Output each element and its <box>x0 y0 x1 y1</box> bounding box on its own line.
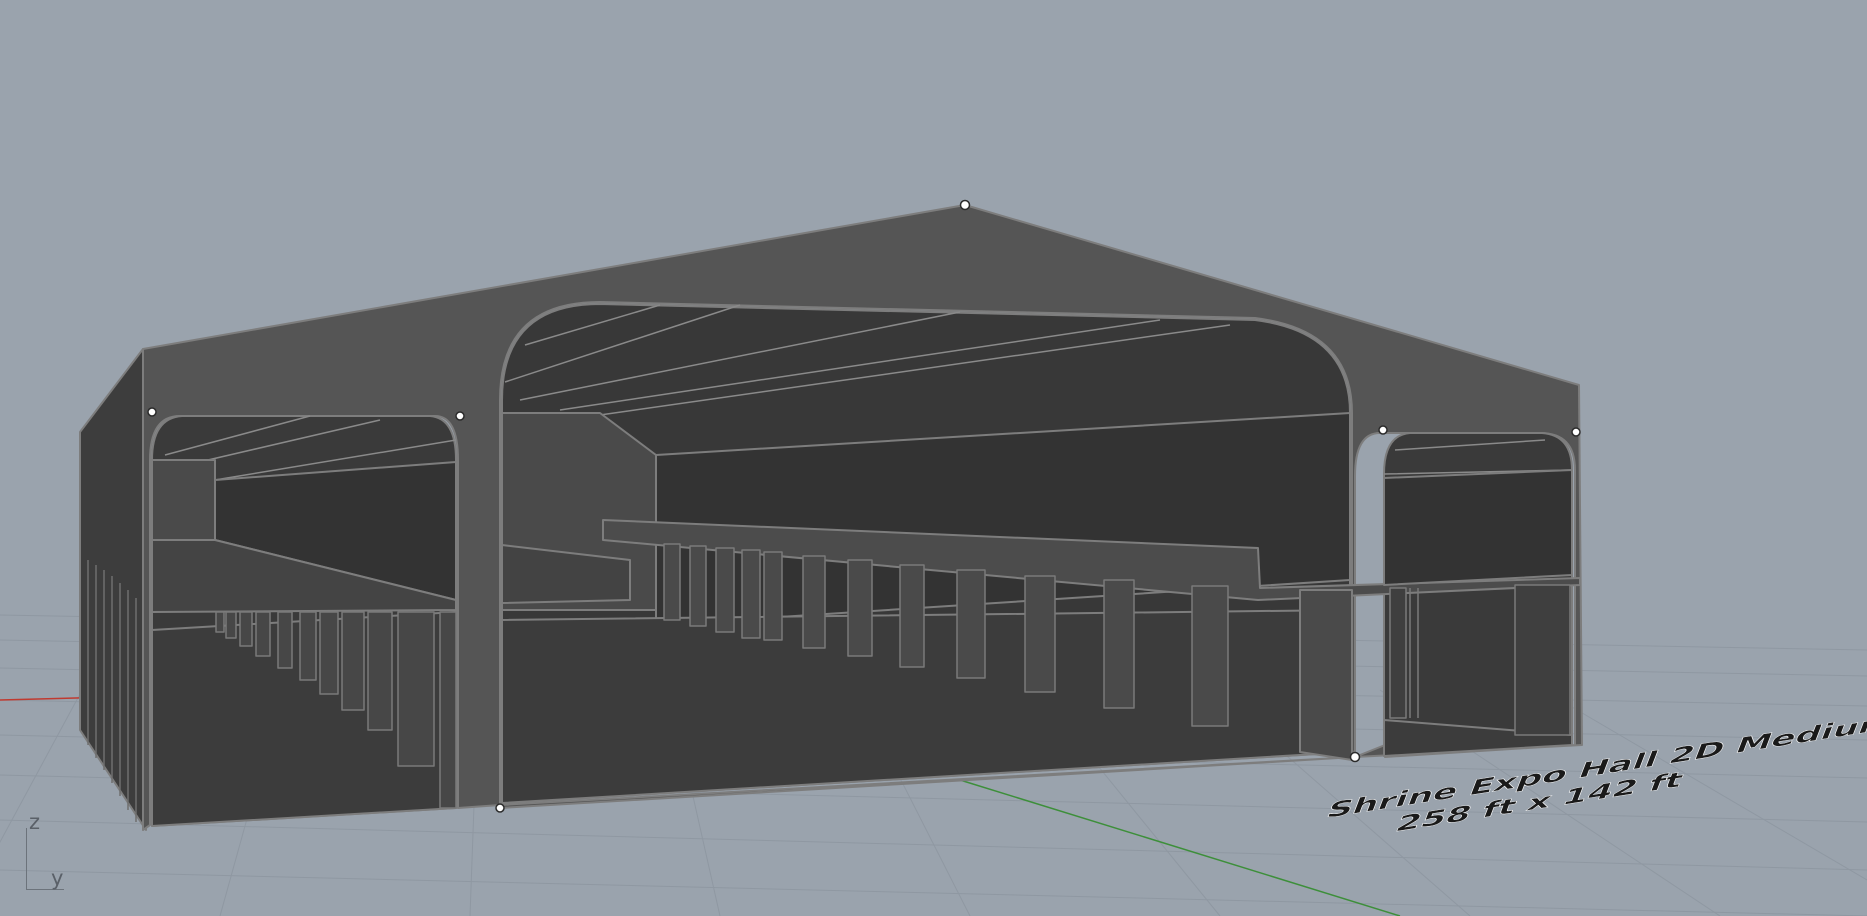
right-pier <box>1299 589 1353 761</box>
z-axis-indicator <box>26 828 27 890</box>
perspective-viewport[interactable]: Shrine Expo Hall 2D Medium 258 ft x 142 … <box>0 0 1867 916</box>
model-scene[interactable]: Shrine Expo Hall 2D Medium 258 ft x 142 … <box>0 0 1867 916</box>
control-point-ridge[interactable] <box>959 199 971 211</box>
control-point-right-arch-end[interactable] <box>1571 427 1581 437</box>
control-point-base-right[interactable] <box>1349 751 1361 763</box>
axis-gizmo: z y <box>18 810 78 890</box>
y-axis-label: y <box>51 866 64 890</box>
control-point-base-left[interactable] <box>495 803 505 813</box>
left-back-block <box>151 459 216 541</box>
expo-hall-model[interactable] <box>79 204 1583 831</box>
control-point-left-arch-start[interactable] <box>147 407 157 417</box>
control-point-left-arch-end[interactable] <box>455 411 465 421</box>
z-axis-label: z <box>29 810 41 834</box>
control-point-right-arch-start[interactable] <box>1378 425 1388 435</box>
right-back-wall <box>1383 469 1573 586</box>
